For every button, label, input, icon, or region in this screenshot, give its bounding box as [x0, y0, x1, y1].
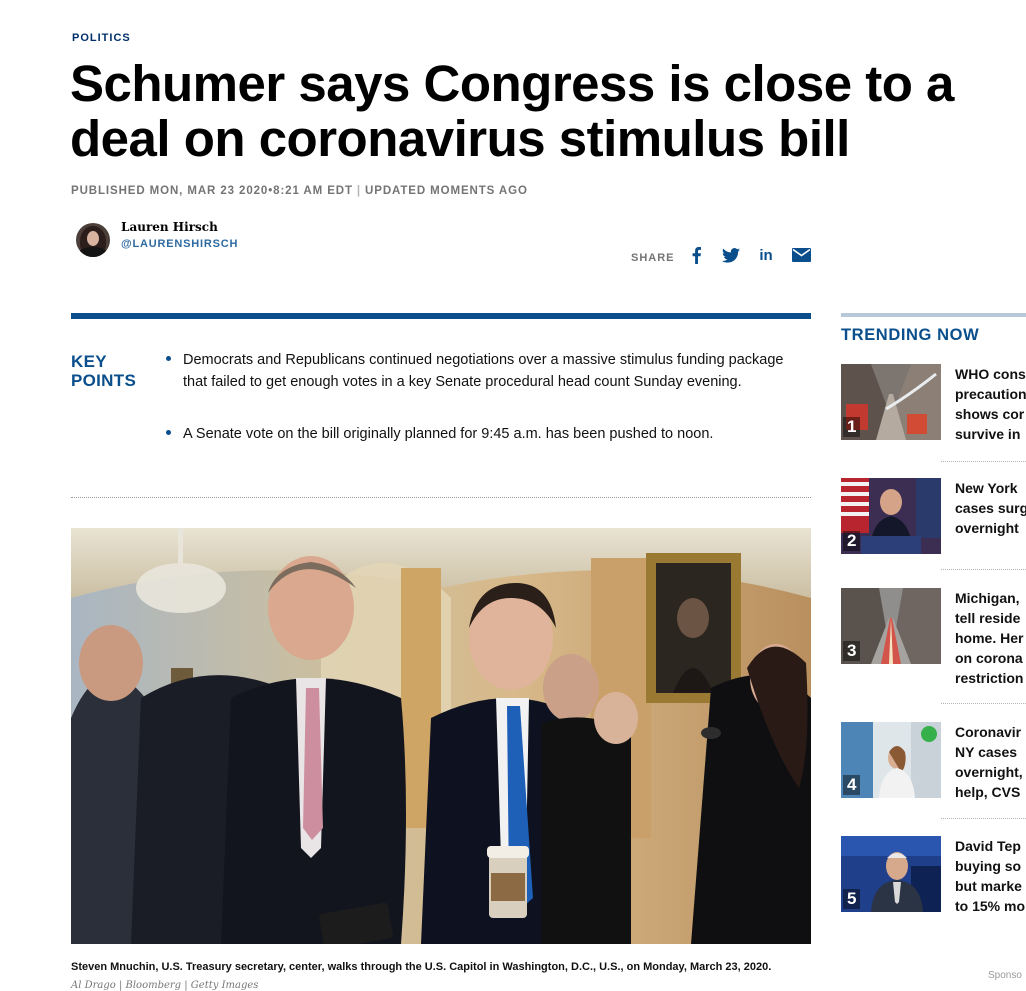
- trending-divider: [941, 461, 1026, 462]
- photo-credit: Al Drago | Bloomberg | Getty Images: [71, 980, 259, 991]
- photo-caption: Steven Mnuchin, U.S. Treasury secretary,…: [71, 961, 772, 973]
- author-avatar[interactable]: [76, 223, 110, 257]
- author-twitter-handle[interactable]: @LAURENSHIRSCH: [121, 238, 238, 250]
- share-label: SHARE: [631, 252, 675, 264]
- trending-headline[interactable]: Coronavir NY cases overnight, help, CVS: [955, 722, 1026, 802]
- trending-item-4[interactable]: 4 Coronavir NY cases overnight, help, CV…: [841, 722, 1026, 800]
- trending-divider: [941, 818, 1026, 819]
- author-name[interactable]: Lauren Hirsch: [121, 220, 218, 234]
- key-point-item: Democrats and Republicans continued nego…: [166, 349, 806, 393]
- trending-headline[interactable]: New York cases surg overnight: [955, 478, 1026, 538]
- published-time: PUBLISHED MON, MAR 23 2020•8:21 AM EDT: [71, 185, 353, 197]
- trending-item-3[interactable]: 3 Michigan, tell reside home. Her on cor…: [841, 588, 1026, 686]
- article-headline: Schumer says Congress is close to a deal…: [70, 55, 954, 167]
- trending-title: TRENDING NOW: [841, 326, 980, 344]
- trending-headline[interactable]: David Tep buying so but marke to 15% mo: [955, 836, 1026, 916]
- sponsored-label: Sponso: [988, 970, 1022, 981]
- linkedin-icon[interactable]: in: [757, 244, 775, 266]
- facebook-icon[interactable]: [689, 244, 703, 266]
- trending-rank: 2: [843, 531, 861, 551]
- trending-top-bar: [841, 313, 1026, 317]
- twitter-icon[interactable]: [721, 244, 741, 266]
- trending-rank: 1: [843, 417, 861, 437]
- time-divider: |: [356, 185, 362, 197]
- email-icon[interactable]: [790, 244, 812, 266]
- trending-item-5[interactable]: 5 David Tep buying so but marke to 15% m…: [841, 836, 1026, 914]
- key-point-item: A Senate vote on the bill originally pla…: [166, 423, 806, 445]
- trending-divider: [941, 569, 1026, 570]
- key-points-title: KEY POINTS: [71, 352, 141, 390]
- article-photo[interactable]: [71, 528, 811, 944]
- trending-divider: [941, 703, 1026, 704]
- trending-rank: 5: [843, 889, 861, 909]
- key-points-divider: [71, 497, 811, 498]
- updated-time: UPDATED MOMENTS AGO: [365, 185, 528, 197]
- trending-headline[interactable]: WHO cons precaution shows cor survive in: [955, 364, 1026, 444]
- trending-headline[interactable]: Michigan, tell reside home. Her on coron…: [955, 588, 1026, 688]
- trending-item-1[interactable]: 1 WHO cons precaution shows cor survive …: [841, 364, 1026, 442]
- article-timestamp: PUBLISHED MON, MAR 23 2020•8:21 AM EDT | U…: [71, 185, 528, 197]
- trending-rank: 3: [843, 641, 861, 661]
- section-label[interactable]: POLITICS: [72, 32, 131, 44]
- key-points-title-text: KEY POINTS: [71, 352, 137, 390]
- key-points-list: Democrats and Republicans continued nego…: [166, 349, 806, 445]
- key-points-top-bar: [71, 313, 811, 319]
- trending-item-2[interactable]: 2 New York cases surg overnight: [841, 478, 1026, 554]
- trending-rank: 4: [843, 775, 861, 795]
